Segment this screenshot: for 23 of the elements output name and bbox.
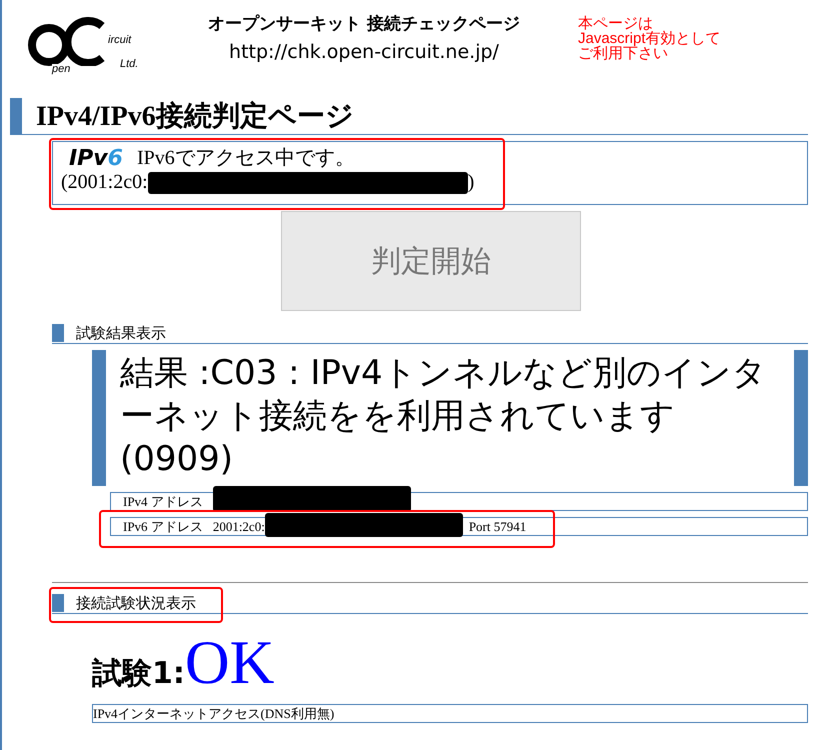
port-text: Port 57941: [468, 518, 526, 534]
javascript-note: 本ページは: [578, 16, 653, 31]
page-heading: IPv4/IPv6接続判定ページ: [36, 100, 354, 134]
logo-text: ircuit: [108, 34, 132, 46]
test-result: OK: [184, 632, 274, 694]
test-label: 試験1:: [92, 655, 185, 693]
logo-text: Ltd.: [120, 58, 138, 70]
javascript-note: ご利用下さい: [578, 46, 668, 61]
javascript-note: Javascript有効として: [578, 31, 721, 46]
address-label: IPv4 アドレス: [123, 492, 203, 510]
section-heading: 試験結果表示: [76, 324, 166, 342]
site-title: オープンサーキット 接続チェックページ: [207, 13, 521, 35]
site-url: http://chk.open-circuit.ne.jp/: [228, 41, 500, 63]
test-detail: IPv4インターネットアクセス(DNS利用無): [92, 704, 808, 723]
address-label: IPv6 アドレス: [123, 518, 203, 536]
ipv6-logo: IPv6: [69, 146, 123, 171]
address-text: 2001:2c0:: [212, 518, 265, 534]
address-text: ): [468, 171, 474, 194]
section-heading: 接続試験状況表示: [76, 594, 196, 612]
logo-text: pen: [52, 64, 70, 75]
access-message: IPv6でアクセス中です。: [136, 146, 355, 171]
result-text: 結果 :C03 : IPv4トンネルなど別のインターネット接続をを利用されています(0909): [120, 352, 768, 481]
address-text: (2001:2c0:: [61, 171, 148, 194]
